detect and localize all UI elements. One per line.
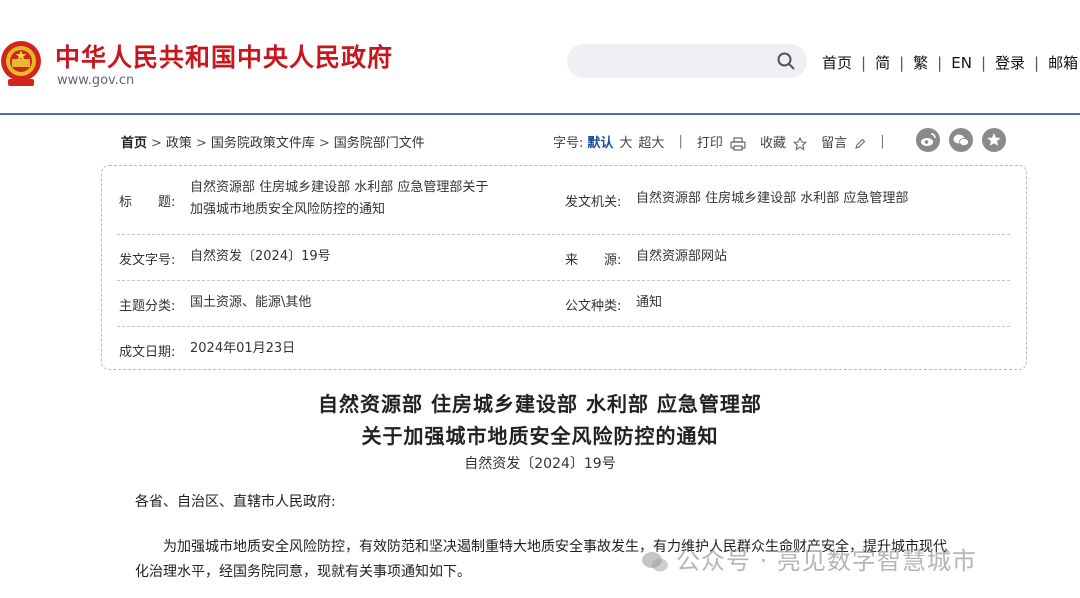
article-title-line1: 自然资源部 住房城乡建设部 水利部 应急管理部 bbox=[318, 392, 762, 416]
type-value: 通知 bbox=[636, 295, 663, 310]
info-row: 成文日期: 2024年01月23日 bbox=[117, 326, 1010, 368]
nav-separator: | bbox=[1034, 53, 1040, 72]
article-salutation: 各省、自治区、直辖市人民政府: bbox=[135, 494, 336, 510]
star-icon bbox=[793, 136, 808, 151]
search-icon[interactable] bbox=[777, 52, 795, 70]
breadcrumb-policy[interactable]: 政策 bbox=[166, 136, 192, 151]
favorite-share-icon[interactable] bbox=[982, 128, 1006, 152]
site-url[interactable]: www.gov.cn bbox=[57, 73, 134, 88]
topic-value: 国土资源、能源\其他 bbox=[190, 295, 312, 310]
nav-mailbox[interactable]: 邮箱 bbox=[1048, 52, 1078, 73]
print-button[interactable]: 打印 bbox=[697, 132, 746, 151]
docno-value: 自然资发〔2024〕19号 bbox=[190, 249, 331, 264]
watermark: 公众号 · 亮见数字智慧城市 bbox=[640, 541, 977, 576]
printer-icon bbox=[730, 136, 746, 151]
article-paragraph-line2: 化治理水平，经国务院同意，现就有关事项通知如下。 bbox=[135, 564, 471, 580]
docno-label: 发文字号: bbox=[119, 253, 176, 268]
title-value: 自然资源部 住房城乡建设部 水利部 应急管理部关于加强城市地质安全风险防控的通知 bbox=[190, 180, 489, 217]
watermark-text: 公众号 · 亮见数字智慧城市 bbox=[676, 547, 977, 575]
article-doc-number: 自然资发〔2024〕19号 bbox=[464, 456, 616, 472]
nav-login[interactable]: 登录 bbox=[995, 52, 1025, 73]
nav-separator: | bbox=[937, 53, 943, 72]
wechat-watermark-icon bbox=[642, 552, 668, 572]
nav-home[interactable]: 首页 bbox=[822, 52, 852, 73]
nav-simplified[interactable]: 简 bbox=[875, 52, 890, 73]
breadcrumb: 首页 > 政策 > 国务院政策文件库 > 国务院部门文件 bbox=[121, 136, 425, 151]
info-row: 主题分类: 国土资源、能源\其他 公文种类: 通知 bbox=[117, 280, 1010, 327]
search-input[interactable] bbox=[567, 44, 807, 78]
breadcrumb-policy-library[interactable]: 国务院政策文件库 bbox=[211, 136, 315, 151]
nav-separator: | bbox=[899, 53, 905, 72]
font-size-default[interactable]: 默认 bbox=[587, 132, 613, 151]
favorite-button[interactable]: 收藏 bbox=[759, 132, 808, 151]
favorite-label: 收藏 bbox=[759, 136, 786, 151]
site-header: 中华人民共和国中央人民政府 www.gov.cn 首页 | 简 | 繁 | EN | 登… bbox=[0, 0, 1080, 112]
comment-button[interactable]: 留言 bbox=[821, 132, 866, 151]
issuer-label: 发文机关: bbox=[565, 195, 622, 210]
wechat-share-icon[interactable] bbox=[949, 128, 973, 152]
nav-separator: | bbox=[861, 53, 867, 72]
national-emblem-icon bbox=[1, 41, 41, 86]
info-row: 发文字号: 自然资发〔2024〕19号 来 源: 自然资源部网站 bbox=[117, 234, 1010, 281]
nav-separator: | bbox=[980, 53, 986, 72]
weibo-share-icon[interactable] bbox=[916, 128, 940, 152]
site-title[interactable]: 中华人民共和国中央人民政府 bbox=[55, 38, 393, 74]
font-size-large[interactable]: 大 bbox=[619, 132, 632, 151]
date-label: 成文日期: bbox=[119, 345, 176, 360]
header-divider bbox=[0, 113, 1080, 115]
article-title-line2: 关于加强城市地质安全风险防控的通知 bbox=[361, 424, 719, 448]
source-value: 自然资源部网站 bbox=[636, 249, 728, 264]
pencil-icon bbox=[855, 138, 866, 149]
comment-label: 留言 bbox=[821, 136, 848, 151]
topic-label: 主题分类: bbox=[119, 299, 176, 314]
document-info-table: 标 题: 自然资源部 住房城乡建设部 水利部 应急管理部关于加强城市地质安全风险… bbox=[101, 165, 1027, 370]
breadcrumb-home[interactable]: 首页 bbox=[121, 136, 147, 151]
nav-english[interactable]: EN bbox=[951, 54, 972, 72]
breadcrumb-department-docs[interactable]: 国务院部门文件 bbox=[334, 136, 425, 151]
article-toolbar: 字号: 默认 大 超大 | 打印 收藏 留言 | bbox=[553, 132, 885, 151]
title-label: 标 题: bbox=[119, 195, 176, 210]
type-label: 公文种类: bbox=[565, 299, 622, 314]
date-value: 2024年01月23日 bbox=[190, 341, 296, 356]
top-nav: 首页| 简| 繁| EN| 登录| 邮箱| bbox=[822, 52, 1080, 73]
issuer-value: 自然资源部 住房城乡建设部 水利部 应急管理部 bbox=[636, 191, 909, 206]
print-label: 打印 bbox=[696, 136, 723, 151]
font-size-xlarge[interactable]: 超大 bbox=[638, 132, 664, 151]
info-row: 标 题: 自然资源部 住房城乡建设部 水利部 应急管理部关于加强城市地质安全风险… bbox=[117, 166, 1010, 235]
font-size-label: 字号: bbox=[553, 136, 584, 151]
nav-traditional[interactable]: 繁 bbox=[913, 52, 928, 73]
source-label: 来 源: bbox=[565, 253, 622, 268]
